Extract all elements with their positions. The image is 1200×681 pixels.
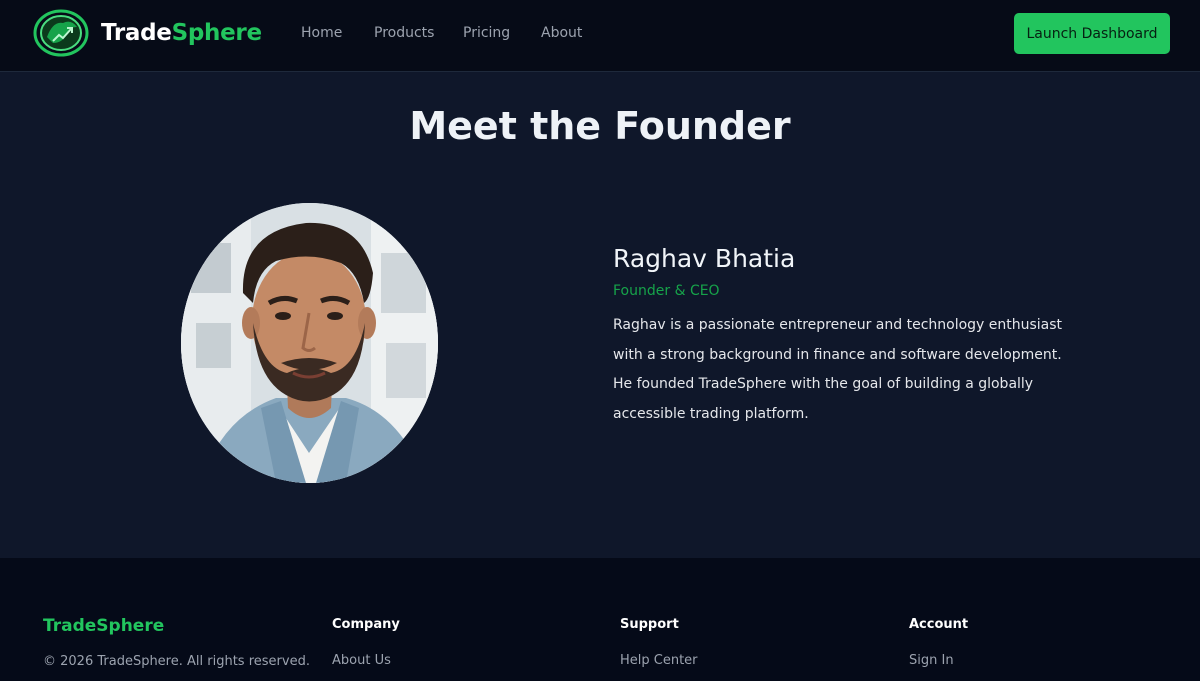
footer-column-support: Support Help Center	[620, 617, 698, 668]
footer-copyright: © 2026 TradeSphere. All rights reserved.	[43, 654, 310, 669]
footer-link-help-center[interactable]: Help Center	[620, 653, 698, 668]
brand-name[interactable]: TradeSphere	[101, 20, 262, 46]
launch-dashboard-button[interactable]: Launch Dashboard	[1014, 13, 1170, 54]
founder-name: Raghav Bhatia	[613, 244, 796, 273]
footer-link-about-us[interactable]: About Us	[332, 653, 400, 668]
footer-heading-support: Support	[620, 617, 679, 632]
founder-section: Meet the Founder Raghav Bhatia Founder &…	[0, 73, 1200, 558]
nav-products[interactable]: Products	[374, 25, 434, 41]
brand-name-part2: Sphere	[171, 20, 262, 46]
nav-pricing[interactable]: Pricing	[463, 25, 510, 41]
nav-home[interactable]: Home	[301, 25, 342, 41]
footer-column-company: Company About Us	[332, 617, 400, 668]
footer-brand: TradeSphere	[43, 616, 165, 636]
footer-heading-company: Company	[332, 617, 400, 632]
footer-heading-account: Account	[909, 617, 969, 632]
footer-link-sign-in[interactable]: Sign In	[909, 653, 968, 668]
founder-photo	[181, 203, 438, 483]
founder-bio: Raghav is a passionate entrepreneur and …	[613, 317, 1063, 422]
section-title: Meet the Founder	[409, 104, 791, 148]
footer-column-account: Account Sign In	[909, 617, 968, 668]
site-footer: TradeSphere © 2026 TradeSphere. All righ…	[0, 558, 1200, 681]
brand-name-part1: Trade	[101, 20, 172, 46]
founder-role: Founder & CEO	[613, 283, 720, 299]
nav-about[interactable]: About	[541, 25, 582, 41]
bull-logo-icon[interactable]	[33, 9, 89, 57]
site-header: TradeSphere Home Products Pricing About …	[0, 0, 1200, 72]
